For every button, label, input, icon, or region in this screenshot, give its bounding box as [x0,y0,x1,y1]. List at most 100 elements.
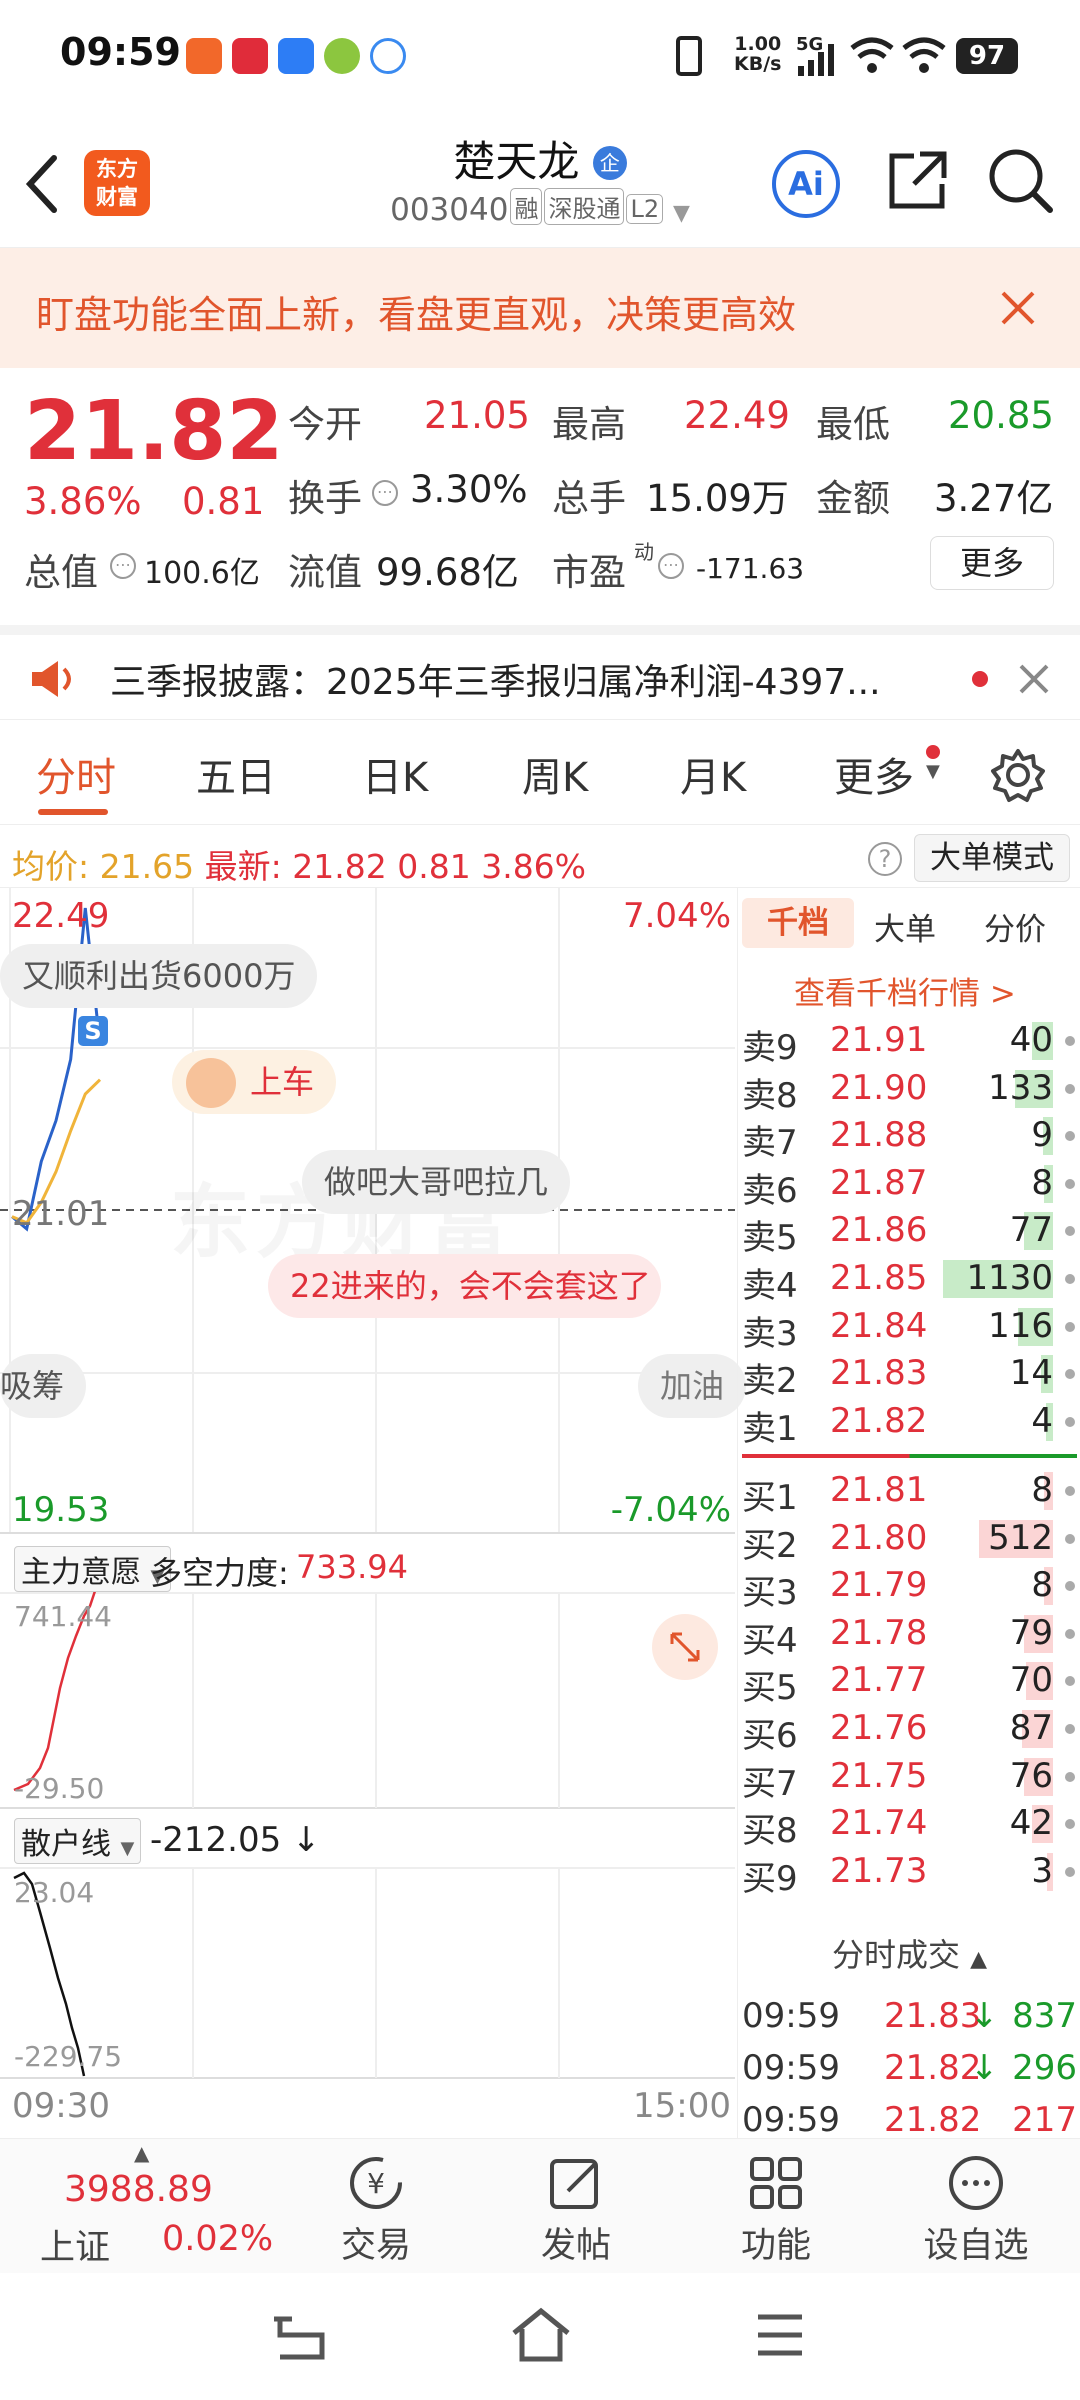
bid-row[interactable]: 买3 21.79 8 [738,1561,1080,1613]
ask-row[interactable]: 卖5 21.86 77 [738,1206,1080,1258]
bid-row[interactable]: 买5 21.77 70 [738,1656,1080,1708]
level-price: 21.74 [830,1803,928,1844]
tag-margin: 融 [510,188,543,225]
info-icon[interactable]: ⋯ [658,553,684,579]
level-price: 21.82 [830,1400,928,1441]
view-levels-link[interactable]: 查看千档行情 > [794,968,1016,1013]
nav-trade[interactable]: ¥ 交易 [276,2139,476,2274]
expand-button[interactable] [652,1614,718,1680]
back-nav-icon[interactable] [272,2313,328,2361]
index-ticker[interactable]: ▲ 3988.89 上证 0.02% [0,2139,290,2274]
edit-icon [550,2159,598,2209]
tab-thousand-levels[interactable]: 千档 [742,898,854,948]
ask-row[interactable]: 卖1 21.82 4 [738,1397,1080,1449]
bid-row[interactable]: 买9 21.73 3 [738,1847,1080,1899]
nav-add-watchlist[interactable]: 设自选 [876,2139,1076,2274]
comment-bubble[interactable]: 22进来的，会不会套这了 [268,1254,661,1318]
level-name: 买6 [742,1716,798,1756]
dropdown-icon[interactable]: ▼ [673,201,690,226]
level-name: 卖4 [742,1266,798,1306]
bid-row[interactable]: 买1 21.81 8 [738,1466,1080,1518]
info-icon[interactable]: ⋯ [110,553,136,579]
ask-row[interactable]: 卖3 21.84 116 [738,1302,1080,1354]
stock-code: 003040 [390,192,509,228]
app-notification-icon [370,38,406,74]
level-price: 21.79 [830,1565,928,1606]
indicator-select[interactable]: 主力意愿 ▼ [14,1546,172,1592]
gear-icon[interactable] [990,747,1046,803]
trade-price: 21.82 [884,2100,982,2140]
badge-dot [926,745,940,759]
comment-bubble[interactable]: 加油 [638,1354,747,1418]
bid-row[interactable]: 买6 21.76 87 [738,1704,1080,1756]
promo-banner[interactable]: 盯盘功能全面上新，看盘更直观，决策更高效 [0,248,1080,368]
info-icon[interactable]: ⋯ [372,480,398,506]
tab-five-day[interactable]: 五日 [196,745,276,803]
close-icon[interactable] [1000,290,1036,326]
trade-arrow: ↓ [970,1996,999,2036]
level-volume: 4 [1031,1400,1053,1441]
indicator-select-retail[interactable]: 散户线 ▼ [14,1818,142,1864]
help-icon[interactable]: ? [868,842,902,876]
ask-row[interactable]: 卖8 21.90 133 [738,1064,1080,1116]
home-nav-icon[interactable] [510,2307,572,2363]
sell-marker[interactable]: S [78,1016,108,1046]
tab-price-dist[interactable]: 分价 [984,904,1046,949]
level-volume: 70 [1009,1660,1053,1701]
spread-divider [742,1454,1077,1458]
turnover-value: 3.30% [410,468,528,511]
index-pct: 0.02% [162,2219,274,2259]
level-name: 卖6 [742,1170,798,1211]
level-price: 21.76 [830,1708,928,1748]
news-ticker[interactable]: 三季报披露：2025年三季报归属净利润-4397... [0,625,1080,720]
intraday-chart[interactable]: 东方财富 22.49 7.04% 21.01 19.53 -7.04% S 又顺… [0,888,747,2138]
ask-row[interactable]: 卖9 21.91 40 [738,1016,1080,1068]
ask-row[interactable]: 卖2 21.83 14 [738,1349,1080,1401]
search-icon[interactable] [986,146,1054,214]
tab-big-orders[interactable]: 大单 [874,904,936,949]
volume-value: 15.09万 [646,477,789,520]
comment-bubble[interactable]: 又顺利出货6000万 [0,944,318,1008]
ask-row[interactable]: 卖7 21.88 9 [738,1111,1080,1163]
chevron-down-icon[interactable]: ▼ [926,761,940,782]
tab-more[interactable]: 更多 [834,745,914,803]
time-start: 09:30 [12,2086,110,2126]
ai-assistant-button[interactable]: Ai [772,150,840,218]
more-button[interactable]: 更多 [930,536,1054,590]
level-name: 买9 [742,1858,798,1899]
share-icon[interactable] [884,148,950,214]
comment-bubble[interactable]: 上车 [172,1050,337,1114]
close-icon[interactable] [1018,663,1050,695]
tab-daily-k[interactable]: 日K [362,745,428,803]
tab-intraday[interactable]: 分时 [36,745,116,803]
bid-row[interactable]: 买2 21.80 512 [738,1514,1080,1566]
level-name: 买1 [742,1478,798,1518]
retail-line-value: -212.05 ↓ [150,1820,321,1860]
comment-bubble[interactable]: 做吧大哥吧拉几 [302,1150,571,1214]
pe-label: 市盈 [552,551,626,594]
trades-title[interactable]: 分时成交 ▲ [738,1930,1080,1976]
avg-price-summary: 均价: 21.65 最新: 21.82 0.81 3.86% [12,847,587,886]
tab-weekly-k[interactable]: 周K [522,745,588,803]
bid-row[interactable]: 买7 21.75 76 [738,1752,1080,1804]
big-order-mode-button[interactable]: 大单模式 [914,834,1070,882]
trade-time: 09:59 [742,1996,840,2036]
level-price: 21.85 [830,1258,928,1298]
comment-bubble[interactable]: 吸筹 [0,1354,87,1418]
ask-row[interactable]: 卖6 21.87 8 [738,1159,1080,1211]
level-volume: 14 [1009,1353,1053,1394]
bid-row[interactable]: 买8 21.74 42 [738,1799,1080,1851]
level-volume: 40 [1009,1020,1053,1060]
level-name: 卖8 [742,1075,798,1116]
menu-nav-icon[interactable] [756,2313,804,2357]
app-notification-icon [324,38,360,74]
tab-monthly-k[interactable]: 月K [680,745,746,803]
chart-mid-price: 21.01 [12,1194,110,1234]
ask-row[interactable]: 卖4 21.85 1130 [738,1254,1080,1306]
nav-post[interactable]: 发帖 [476,2139,676,2274]
trade-volume: 217 [1012,2100,1077,2140]
level-volume: 8 [1031,1565,1053,1606]
bid-row[interactable]: 买4 21.78 79 [738,1609,1080,1661]
nav-functions[interactable]: 功能 [676,2139,876,2274]
level-dot [1065,1226,1075,1237]
